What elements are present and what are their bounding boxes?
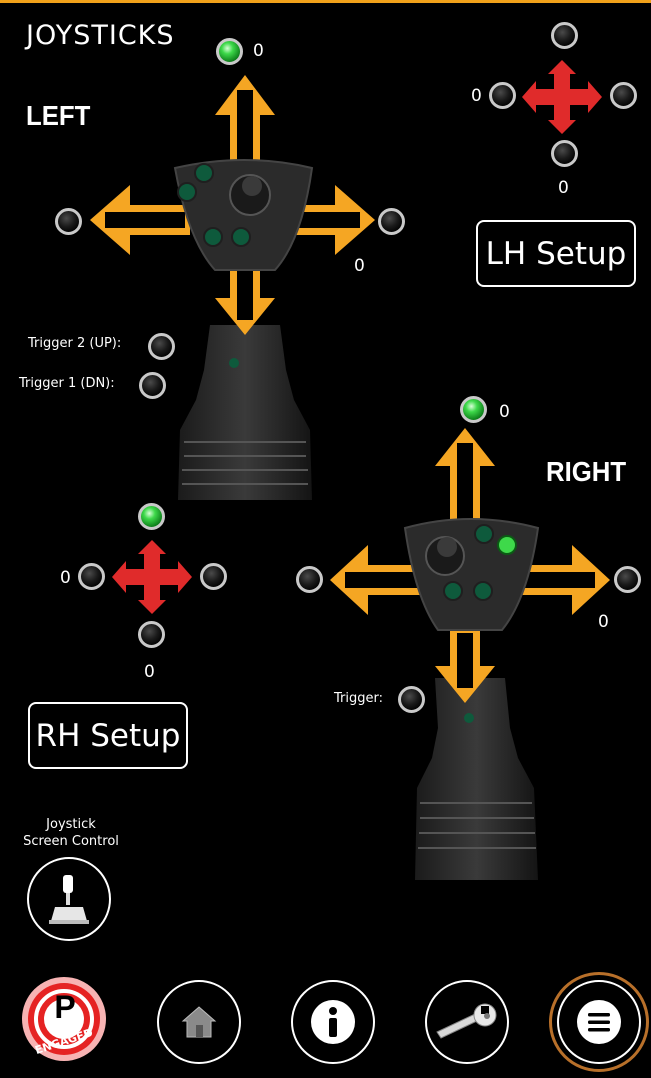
trigger-led xyxy=(398,686,425,713)
lh-pad-left-led xyxy=(489,82,516,109)
lh-pad-right-led xyxy=(610,82,637,109)
screen-control-label-line2: Screen Control xyxy=(23,834,119,849)
rh-pad-left-led xyxy=(78,563,105,590)
right-up-indicator-led xyxy=(460,396,487,423)
rh-pad-down-count: 0 xyxy=(144,662,155,682)
lh-pad-down-led xyxy=(551,140,578,167)
joystick-screen-control-button[interactable] xyxy=(27,857,111,941)
home-icon xyxy=(181,1006,217,1038)
left-up-indicator-led xyxy=(216,38,243,65)
info-icon xyxy=(311,1000,355,1044)
lh-pad-left-count: 0 xyxy=(471,86,482,106)
trigger-label: Trigger: xyxy=(334,691,383,706)
rh-pad-right-led xyxy=(200,563,227,590)
home-button[interactable] xyxy=(157,980,241,1064)
parking-brake-button[interactable]: P ENGAGED xyxy=(10,975,120,1065)
joystick-icon xyxy=(49,875,89,924)
joystick-screen-control-label: Joystick Screen Control xyxy=(14,816,128,850)
left-left-indicator-led xyxy=(55,208,82,235)
trigger-2-label: Trigger 2 (UP): xyxy=(28,336,122,351)
rh-pad-up-led xyxy=(138,503,165,530)
right-right-count: 0 xyxy=(598,612,609,632)
trigger-1-led xyxy=(139,372,166,399)
lh-direction-pad xyxy=(522,60,602,134)
settings-wrench-button[interactable] xyxy=(425,980,509,1064)
right-joystick-graphic xyxy=(330,428,610,880)
lh-setup-button[interactable]: LH Setup xyxy=(476,220,636,287)
left-up-count: 0 xyxy=(253,41,264,61)
rh-pad-down-led xyxy=(138,621,165,648)
info-button[interactable] xyxy=(291,980,375,1064)
lh-pad-up-led xyxy=(551,22,578,49)
trigger-1-label: Trigger 1 (DN): xyxy=(19,376,115,391)
trigger-2-led xyxy=(148,333,175,360)
top-accent-line xyxy=(0,0,651,3)
right-up-count: 0 xyxy=(499,402,510,422)
parking-letter: P xyxy=(54,989,76,1025)
lh-pad-down-count: 0 xyxy=(558,178,569,198)
left-right-indicator-led xyxy=(378,208,405,235)
rh-direction-pad xyxy=(112,540,192,614)
left-right-count: 0 xyxy=(354,256,365,276)
hamburger-menu-icon xyxy=(577,1000,621,1044)
right-left-indicator-led xyxy=(296,566,323,593)
screen-control-label-line1: Joystick xyxy=(46,817,96,832)
right-right-indicator-led xyxy=(614,566,641,593)
menu-button[interactable] xyxy=(557,980,641,1064)
wrench-icon xyxy=(436,1003,497,1039)
rh-pad-left-count: 0 xyxy=(60,568,71,588)
page-title: JOYSTICKS xyxy=(26,20,175,51)
rh-setup-button[interactable]: RH Setup xyxy=(28,702,188,769)
